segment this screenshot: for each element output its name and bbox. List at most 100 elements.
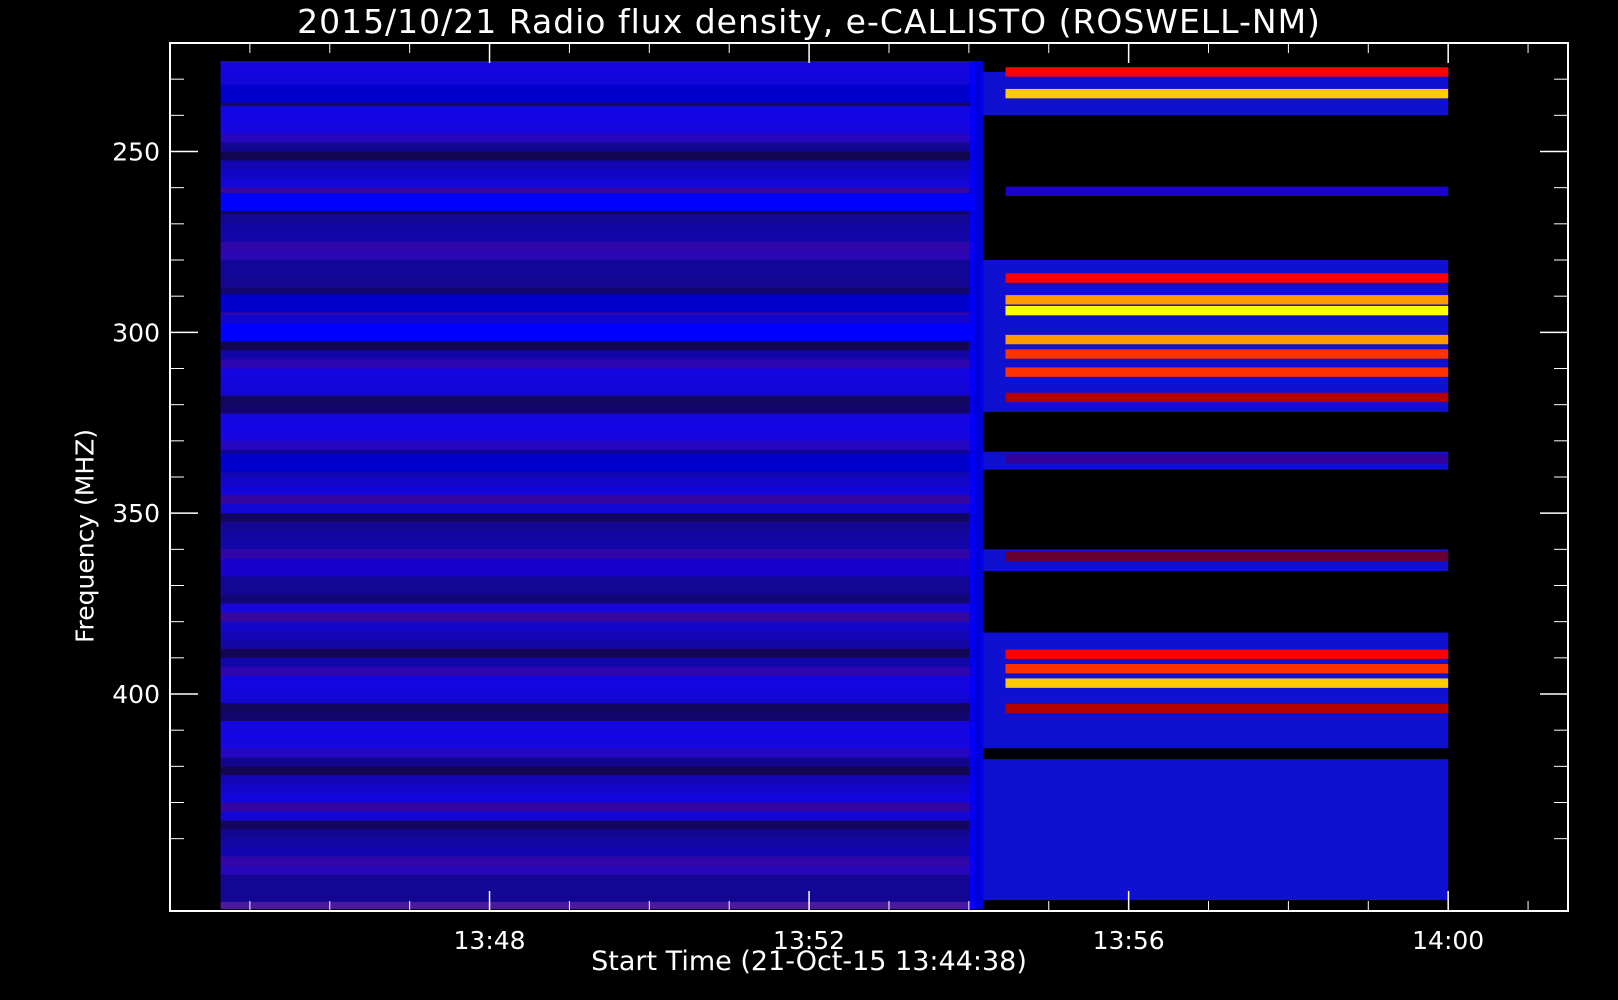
pre-event-row — [220, 703, 976, 713]
pre-event-row — [220, 250, 976, 260]
pre-event-row — [220, 278, 976, 288]
pre-event-row — [220, 160, 976, 170]
post-event-band — [1005, 703, 1449, 714]
pre-event-row — [220, 241, 976, 251]
burst-onset-strip — [969, 61, 984, 910]
x-tick-label: 13:52 — [773, 926, 845, 955]
pre-event-row — [220, 404, 976, 414]
x-tick-label: 13:56 — [1093, 926, 1165, 955]
post-event-band — [1005, 273, 1449, 283]
pre-event-row — [220, 169, 976, 179]
pre-event-row — [220, 603, 976, 613]
pre-event-row — [220, 757, 976, 767]
pre-event-row — [220, 712, 976, 722]
pre-event-row — [220, 314, 976, 324]
pre-event-row — [220, 675, 976, 685]
pre-event-row — [220, 504, 976, 514]
pre-event-row — [220, 748, 976, 758]
pre-event-row — [220, 802, 976, 812]
pre-event-row — [220, 531, 976, 541]
pre-event-row — [220, 513, 976, 523]
pre-event-row — [220, 793, 976, 803]
pre-event-row — [220, 612, 976, 622]
pre-event-row — [220, 115, 976, 125]
post-event-band — [1005, 186, 1449, 196]
pre-event-row — [220, 440, 976, 450]
pre-event-row — [220, 477, 976, 487]
pre-event-row — [220, 431, 976, 441]
pre-event-band — [220, 558, 976, 577]
pre-event-row — [220, 395, 976, 405]
pre-event-row — [220, 413, 976, 423]
pre-event-row — [220, 269, 976, 279]
pre-event-row — [220, 341, 976, 351]
pre-event-row — [220, 124, 976, 134]
pre-event-row — [220, 666, 976, 676]
pre-event-row — [220, 486, 976, 496]
pre-event-row — [220, 721, 976, 731]
pre-event-row — [220, 377, 976, 387]
pre-event-row — [220, 847, 976, 857]
pre-event-row — [220, 820, 976, 830]
pre-event-row — [220, 657, 976, 667]
pre-event-row — [220, 133, 976, 143]
pre-event-row — [220, 784, 976, 794]
x-tick-label: 14:00 — [1412, 926, 1484, 955]
post-event-band — [1005, 678, 1449, 688]
pre-event-row — [220, 232, 976, 242]
y-tick-label: 300 — [112, 318, 160, 347]
pre-event-row — [220, 214, 976, 224]
post-event-band — [1005, 649, 1449, 659]
pre-event-row — [220, 775, 976, 785]
pre-event-row — [220, 766, 976, 776]
pre-event-row — [220, 178, 976, 188]
pre-event-band — [220, 294, 976, 313]
pre-event-row — [220, 260, 976, 270]
x-tick-label: 13:48 — [454, 926, 526, 955]
spectrogram-heatmap — [220, 61, 1449, 910]
y-tick-label: 350 — [112, 499, 160, 528]
post-event-band — [1005, 454, 1449, 464]
pre-event-row — [220, 856, 976, 866]
post-event-halo — [981, 759, 1449, 901]
post-event-band — [1005, 367, 1449, 377]
pre-event-row — [220, 549, 976, 559]
pre-event-row — [220, 594, 976, 604]
pre-event-row — [220, 522, 976, 532]
pre-event-band — [220, 453, 976, 472]
post-event-band — [1005, 67, 1449, 77]
pre-event-row — [220, 386, 976, 396]
pre-event-row — [220, 106, 976, 116]
post-event-band — [1005, 392, 1449, 403]
pre-event-row — [220, 540, 976, 550]
pre-event-row — [220, 874, 976, 884]
post-event-band — [1005, 305, 1449, 316]
pre-event-row — [220, 639, 976, 649]
pre-event-row — [220, 829, 976, 839]
pre-event-row — [220, 223, 976, 233]
pre-event-band — [220, 323, 976, 342]
pre-event-row — [220, 684, 976, 694]
pre-event-row — [220, 151, 976, 161]
post-event-band — [1005, 295, 1449, 305]
pre-event-row — [220, 585, 976, 595]
pre-event-row — [220, 495, 976, 505]
spectrogram-chart: 13:48 13:52 13:56 14:00 250 300 350 400 — [112, 42, 1569, 955]
pre-event-band — [220, 84, 976, 103]
y-tick-label: 250 — [112, 138, 160, 167]
pre-event-row — [220, 350, 976, 360]
post-event-band — [1005, 88, 1449, 99]
y-tick-label: 400 — [112, 680, 160, 709]
post-event-band — [1005, 551, 1449, 562]
pre-event-row — [220, 865, 976, 875]
pre-event-row — [220, 630, 976, 640]
post-event-band — [1005, 334, 1449, 345]
pre-event-row — [220, 422, 976, 432]
pre-event-row — [220, 368, 976, 378]
pre-event-row — [220, 621, 976, 631]
pre-event-row — [220, 61, 976, 71]
pre-event-row — [220, 739, 976, 749]
pre-event-row — [220, 648, 976, 658]
post-event-band — [1005, 349, 1449, 359]
pre-event-row — [220, 70, 976, 80]
